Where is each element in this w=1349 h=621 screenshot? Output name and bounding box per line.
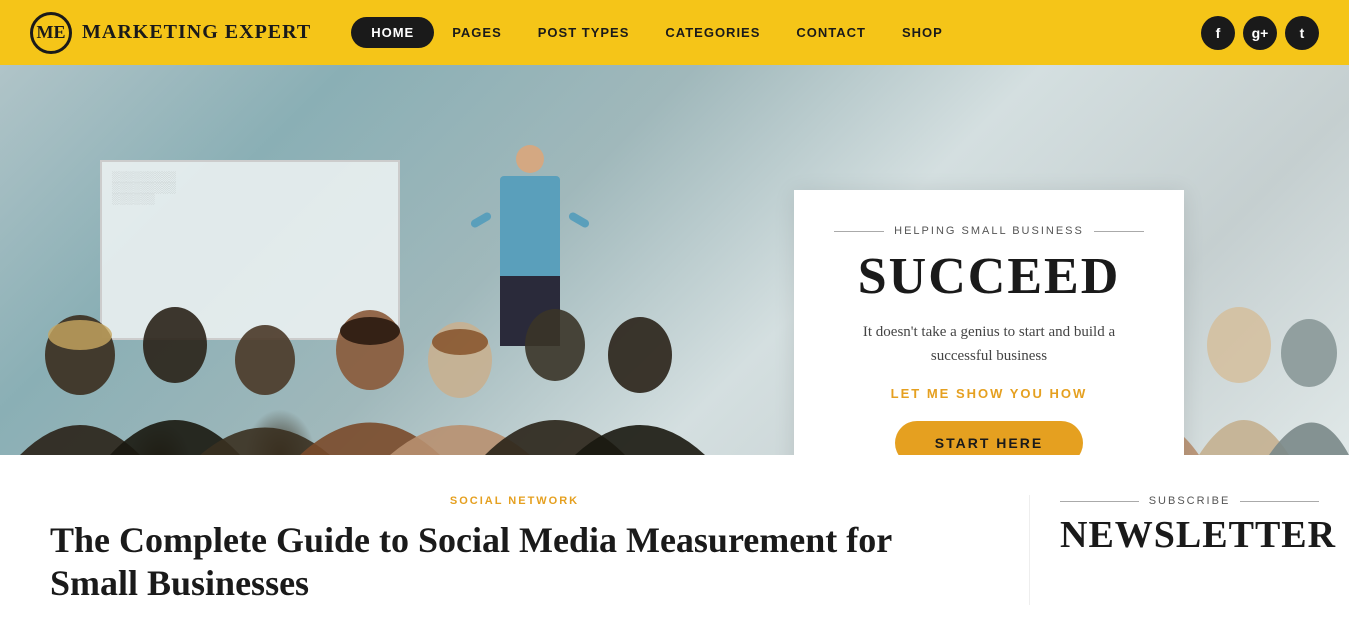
nav-item-shop[interactable]: SHOP — [884, 17, 961, 48]
hero-section: ░░░░░░░░░░░░░░░░░░░░░░░░ — [0, 65, 1349, 455]
nav-item-categories[interactable]: CATEGORIES — [647, 17, 778, 48]
nav-item-home[interactable]: HOME — [351, 17, 434, 48]
hero-title: SUCCEED — [834, 247, 1144, 306]
main-nav: HOME PAGES POST TYPES CATEGORIES CONTACT… — [351, 17, 961, 48]
googleplus-icon[interactable]: g+ — [1243, 16, 1277, 50]
sidebar: SUBSCRIBE NEWSLETTER — [1029, 495, 1349, 605]
newsletter-title: NEWSLETTER — [1060, 513, 1319, 557]
content-section: SOCIAL NETWORK The Complete Guide to Soc… — [0, 455, 1349, 605]
logo-icon: ME — [30, 12, 72, 54]
hero-cta-link[interactable]: LET ME SHOW YOU HOW — [834, 386, 1144, 401]
logo[interactable]: ME MARKETING EXPERT — [30, 12, 311, 54]
facebook-icon[interactable]: f — [1201, 16, 1235, 50]
audience-left — [0, 65, 750, 455]
subscribe-label: SUBSCRIBE — [1060, 495, 1319, 507]
nav-item-post-types[interactable]: POST TYPES — [520, 17, 648, 48]
hero-description: It doesn't take a genius to start and bu… — [834, 320, 1144, 368]
social-icons: f g+ t — [1201, 16, 1319, 50]
start-here-button[interactable]: START HERE — [895, 421, 1083, 455]
main-content: SOCIAL NETWORK The Complete Guide to Soc… — [0, 495, 1029, 605]
hero-tagline: HELPING SMALL BUSINESS — [834, 225, 1144, 237]
article-title: The Complete Guide to Social Media Measu… — [50, 519, 979, 605]
nav-item-contact[interactable]: CONTACT — [778, 17, 884, 48]
twitter-icon[interactable]: t — [1285, 16, 1319, 50]
nav-item-pages[interactable]: PAGES — [434, 17, 520, 48]
article-category[interactable]: SOCIAL NETWORK — [50, 495, 979, 507]
subscribe-widget: SUBSCRIBE NEWSLETTER — [1060, 495, 1319, 557]
header: ME MARKETING EXPERT HOME PAGES POST TYPE… — [0, 0, 1349, 65]
logo-text: MARKETING EXPERT — [82, 21, 311, 44]
hero-card: HELPING SMALL BUSINESS SUCCEED It doesn'… — [794, 190, 1184, 455]
